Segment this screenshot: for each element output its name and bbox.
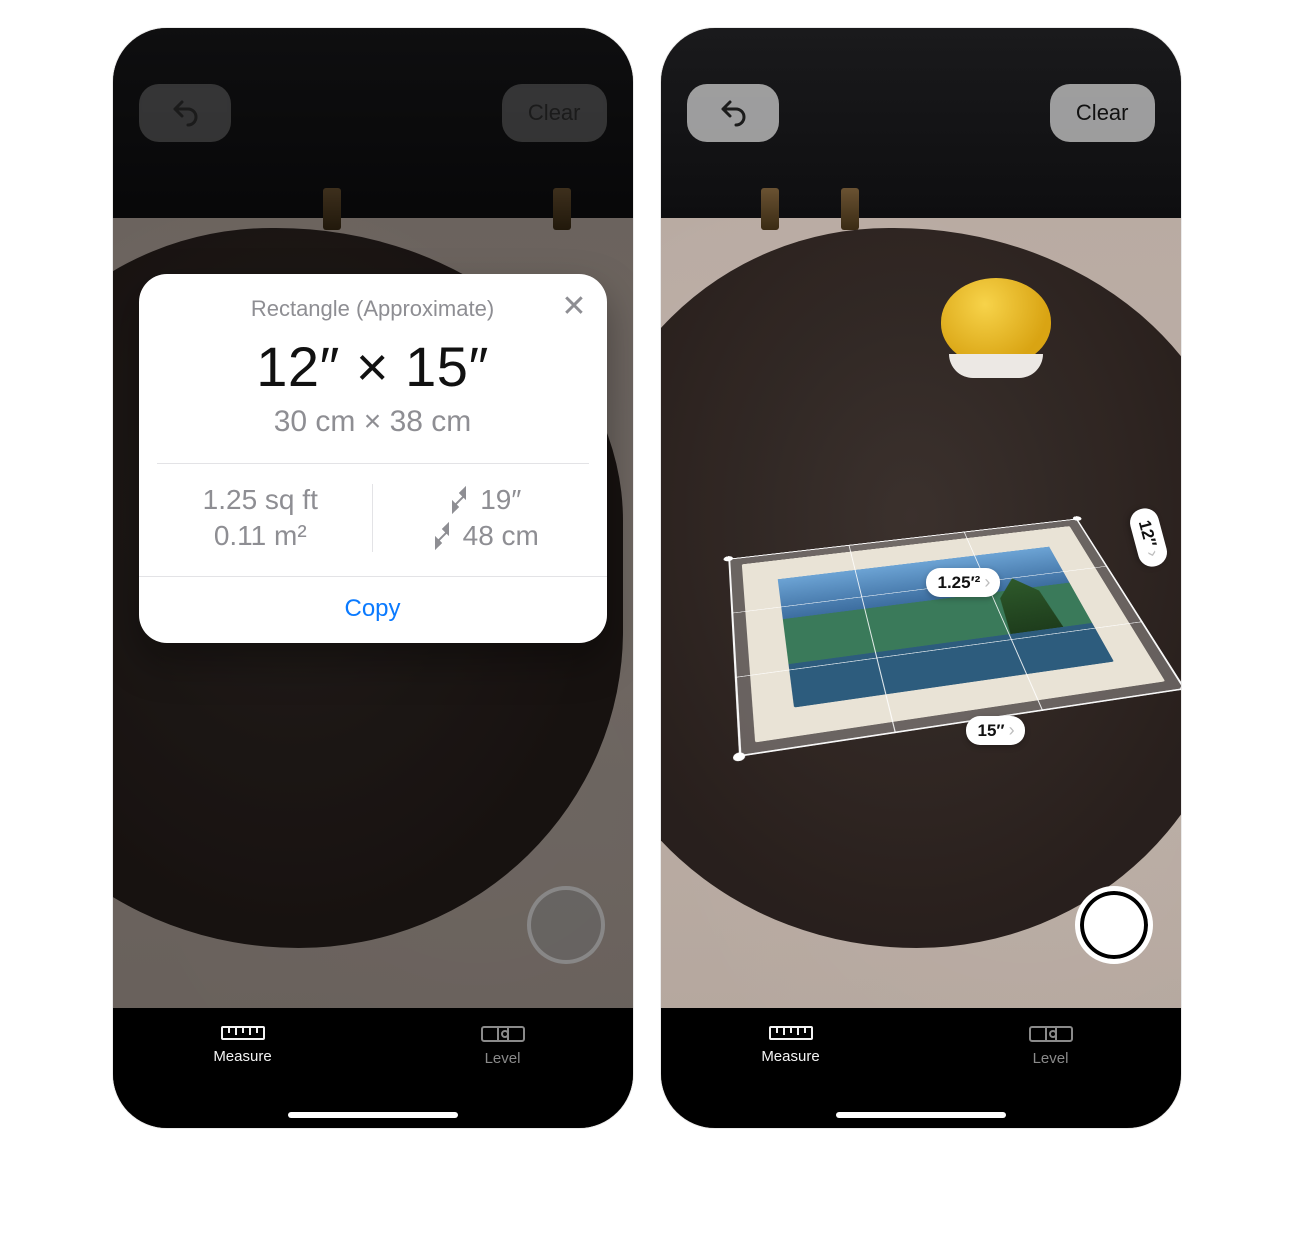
tab-level-label: Level (1033, 1050, 1069, 1067)
chevron-right-icon: › (984, 572, 990, 593)
tab-measure-label: Measure (213, 1048, 271, 1065)
ar-label-width[interactable]: 15″ › (966, 716, 1025, 745)
diagonal-imperial: 19″ (480, 484, 521, 516)
shutter-button[interactable] (1075, 886, 1153, 964)
close-icon: ✕ (561, 290, 586, 323)
phone-screen-right: 1.25′² › 12″ › 15″ › Clear Measure L (661, 28, 1181, 1128)
level-icon (481, 1026, 525, 1042)
clear-button-label: Clear (1076, 100, 1129, 126)
shutter-button[interactable] (527, 886, 605, 964)
diagonal-icon (431, 525, 453, 547)
measurement-popup: Rectangle (Approximate) ✕ 12″ × 15″ 30 c… (139, 274, 607, 643)
popup-area-column: 1.25 sq ft 0.11 m² (149, 484, 373, 552)
chevron-right-icon: › (1141, 548, 1163, 559)
level-icon (1029, 1026, 1073, 1042)
close-button[interactable]: ✕ (561, 292, 586, 322)
ar-label-area[interactable]: 1.25′² › (926, 568, 1001, 597)
popup-secondary-dimension: 30 cm × 38 cm (139, 399, 607, 463)
diagonal-metric: 48 cm (463, 520, 539, 552)
tab-measure-label: Measure (761, 1048, 819, 1065)
ar-height-value: 12″ (1134, 518, 1160, 549)
phone-screen-left: Clear Rectangle (Approximate) ✕ 12″ × 15… (113, 28, 633, 1128)
clear-button[interactable]: Clear (1050, 84, 1155, 142)
home-indicator[interactable] (836, 1112, 1006, 1118)
area-metric: 0.11 m² (214, 520, 307, 552)
clear-button-label: Clear (528, 100, 581, 126)
copy-button-label: Copy (344, 595, 400, 622)
scene-vase (941, 278, 1051, 366)
ruler-icon (769, 1026, 813, 1040)
tab-level-label: Level (485, 1050, 521, 1067)
undo-button[interactable] (139, 84, 231, 142)
popup-primary-dimension: 12″ × 15″ (139, 328, 607, 399)
tab-level[interactable]: Level (921, 1008, 1181, 1128)
camera-viewfinder (661, 28, 1181, 1128)
tab-bar: Measure Level (661, 1008, 1181, 1128)
home-indicator[interactable] (288, 1112, 458, 1118)
ruler-icon (221, 1026, 265, 1040)
undo-icon (170, 99, 200, 127)
tab-bar: Measure Level (113, 1008, 633, 1128)
tab-level[interactable]: Level (373, 1008, 633, 1128)
tab-measure[interactable]: Measure (113, 1008, 373, 1128)
tab-measure[interactable]: Measure (661, 1008, 921, 1128)
ar-width-value: 15″ (978, 721, 1005, 741)
chevron-right-icon: › (1009, 720, 1015, 741)
diagonal-icon (448, 489, 470, 511)
popup-title: Rectangle (Approximate) (163, 296, 583, 322)
undo-button[interactable] (687, 84, 779, 142)
undo-icon (718, 99, 748, 127)
clear-button[interactable]: Clear (502, 84, 607, 142)
copy-button[interactable]: Copy (139, 576, 607, 643)
ar-area-value: 1.25′² (938, 573, 981, 593)
popup-diagonal-column: 19″ 48 cm (372, 484, 597, 552)
area-imperial: 1.25 sq ft (203, 484, 318, 516)
